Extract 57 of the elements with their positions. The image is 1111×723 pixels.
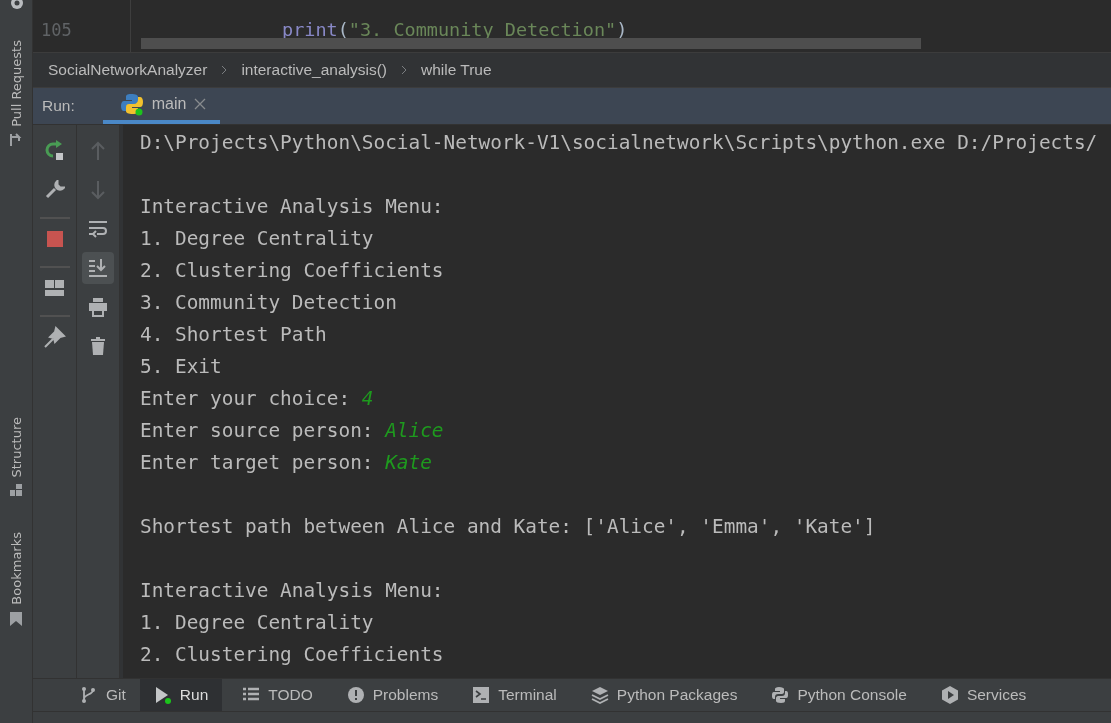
play-icon [153,686,172,704]
wrench-icon[interactable] [44,180,65,200]
tool-window-button[interactable]: Problems [332,679,453,711]
layers-icon [590,686,609,704]
console-line: Shortest path between Alice and Kate: ['Alice', 'Emma', 'Kate'] [140,514,877,540]
breadcrumb-item[interactable]: while True [420,61,492,79]
tool-window-button[interactable]: Run [139,679,223,711]
console-line: 4. Shortest Path [140,322,328,348]
breadcrumb-item[interactable]: interactive_analysis() [241,61,387,79]
tool-window-button[interactable]: TODO [228,679,327,711]
chevron-icon [221,65,228,75]
panel-title: Run: [42,97,75,115]
pull-request-icon [9,132,23,147]
console-line: Enter your choice: 4 [140,386,375,412]
scrollbar-thumb[interactable] [141,38,921,49]
console-line: Enter target person: Kate [140,450,433,476]
tool-window-tab[interactable]: Bookmarks [8,532,24,627]
tool-window-tab[interactable]: Structure [8,416,24,498]
console-line: 2. Clustering Coefficients [140,642,445,668]
layout-icon[interactable] [45,280,64,296]
console-line: 3. Community Detection [140,290,398,316]
tool-window-button[interactable]: Git [33,679,140,711]
breadcrumb-item[interactable]: SocialNetworkAnalyzer [48,61,208,79]
toggle-button[interactable] [82,252,114,284]
console-line: Interactive Analysis Menu: [140,194,445,220]
tool-window-button[interactable]: Python Console [757,679,921,711]
line-number: 105 [41,20,73,40]
console-line: 5. Exit [140,354,223,380]
console-line: 2. Clustering Coefficients [140,258,445,284]
console-line: D:\Projects\Python\Social-Network-V1\socialnetwork\Scripts\python.exe D:/Projects/ [140,130,1099,156]
python-icon [771,686,790,704]
bookmark-icon [9,610,23,627]
soft-wrap-icon[interactable] [88,219,108,239]
stop-icon[interactable] [46,231,63,247]
python-icon [119,92,144,116]
branch-icon [80,686,98,704]
close-icon[interactable] [194,98,207,110]
console-line: Interactive Analysis Menu: [140,578,445,604]
code-line: print("3. Community Detection") [282,19,629,40]
hexagon-play-icon [940,686,959,704]
pin-icon[interactable] [43,326,66,348]
blocks-icon [9,483,23,498]
settings-icon[interactable] [8,0,26,12]
printer-icon[interactable] [88,297,108,317]
terminal-icon [472,686,491,704]
scroll-to-end-icon[interactable] [88,258,108,278]
tool-window-button[interactable]: Terminal [458,679,571,711]
rerun-icon[interactable] [43,140,66,162]
console-line: Enter source person: Alice [140,418,445,444]
chevron-icon [400,65,407,75]
console-line: 1. Degree Centrality [140,226,375,252]
tool-window-button[interactable]: Python Packages [576,679,752,711]
trash-icon[interactable] [88,336,108,356]
exclamation-icon [346,686,365,704]
console-line: 1. Degree Centrality [140,610,375,636]
tool-window-button[interactable]: Services [926,679,1041,711]
tool-window-tab[interactable]: Pull Requests [8,40,24,147]
